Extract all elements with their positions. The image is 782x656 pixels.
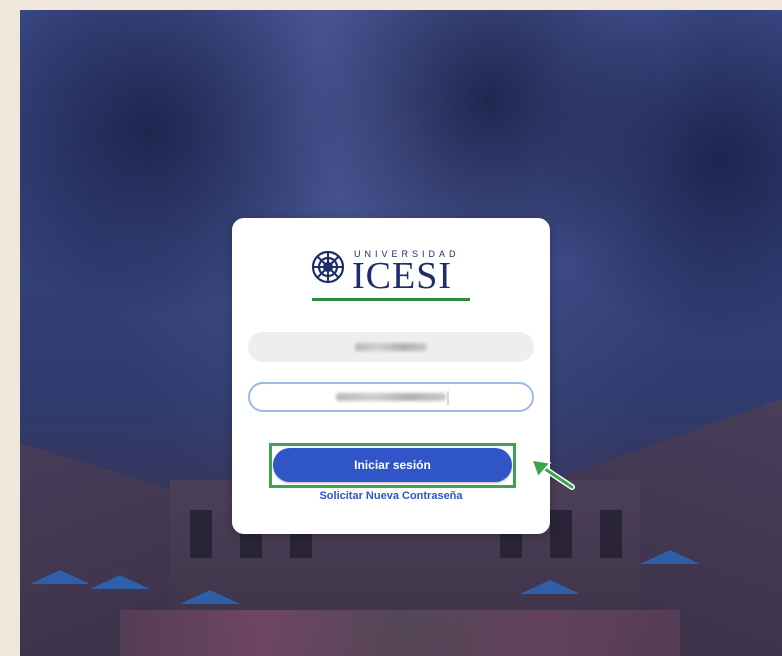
login-button[interactable]: Iniciar sesión [273, 448, 512, 482]
logo-name-text: ICESI [352, 255, 452, 297]
background-photo: UNIVERSIDAD ICESI Iniciar sesión Solicit… [20, 10, 782, 656]
redacted-username [355, 343, 427, 351]
logo-underline [312, 298, 470, 301]
arrow-pointer-icon [530, 459, 575, 490]
tree-canopy-right [540, 10, 782, 350]
redacted-password [336, 393, 446, 401]
flower-bed [120, 610, 680, 656]
icesi-logo: UNIVERSIDAD ICESI [310, 246, 472, 302]
login-card: UNIVERSIDAD ICESI Iniciar sesión Solicit… [232, 218, 550, 534]
username-field[interactable] [248, 332, 534, 362]
forgot-password-link[interactable]: Solicitar Nueva Contraseña [232, 490, 550, 502]
icesi-emblem-icon [311, 250, 345, 284]
text-cursor [447, 391, 449, 405]
password-field[interactable] [248, 382, 534, 412]
